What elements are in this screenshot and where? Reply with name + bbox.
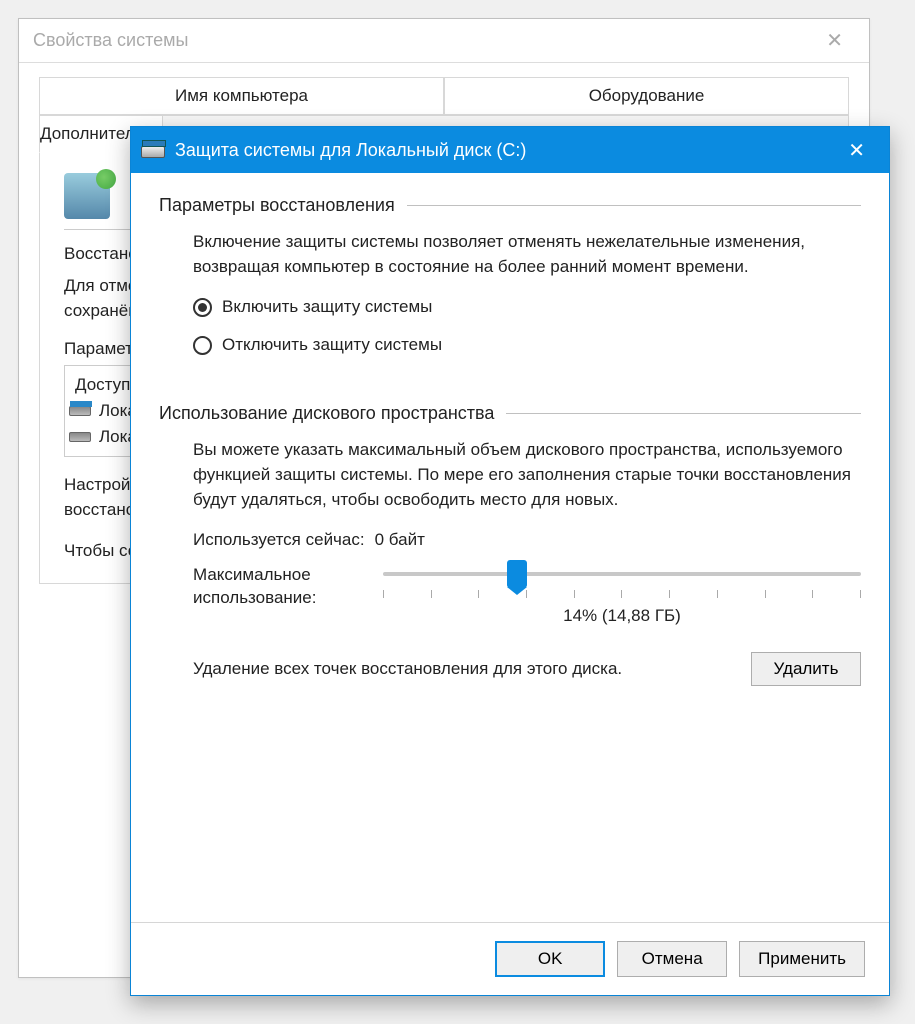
disk-icon xyxy=(69,432,91,442)
current-usage-label: Используется сейчас: xyxy=(193,530,365,550)
current-usage-value: 0 байт xyxy=(375,530,425,550)
apply-button[interactable]: Применить xyxy=(739,941,865,977)
tab-hardware[interactable]: Оборудование xyxy=(444,77,849,115)
section-title-text: Использование дискового пространства xyxy=(159,403,494,424)
max-usage-slider[interactable]: 14% (14,88 ГБ) xyxy=(383,564,861,626)
slider-value: 14% (14,88 ГБ) xyxy=(383,606,861,626)
parent-window-title: Свойства системы xyxy=(33,30,188,51)
radio-icon xyxy=(193,336,212,355)
disk-section-header: Использование дискового пространства xyxy=(159,403,861,424)
ok-button[interactable]: OK xyxy=(495,941,605,977)
restore-description: Включение защиты системы позволяет отмен… xyxy=(193,230,861,279)
delete-description: Удаление всех точек восстановления для э… xyxy=(193,657,731,681)
close-icon[interactable]: ✕ xyxy=(814,24,855,57)
dialog-title: Защита системы для Локальный диск (C:) xyxy=(175,140,824,161)
parent-titlebar: Свойства системы ✕ xyxy=(19,19,869,63)
close-icon[interactable]: ✕ xyxy=(834,134,879,167)
dialog-button-row: OK Отмена Применить xyxy=(131,922,889,995)
dialog-titlebar: Защита системы для Локальный диск (C:) ✕ xyxy=(131,127,889,173)
radio-label: Включить защиту системы xyxy=(222,297,432,317)
slider-thumb[interactable] xyxy=(507,560,527,588)
max-usage-label: Максимальное использование: xyxy=(193,564,363,610)
radio-label: Отключить защиту системы xyxy=(222,335,442,355)
section-title-text: Параметры восстановления xyxy=(159,195,395,216)
restore-icon xyxy=(64,173,110,219)
delete-button[interactable]: Удалить xyxy=(751,652,861,686)
tab-computer-name[interactable]: Имя компьютера xyxy=(39,77,444,115)
cancel-button[interactable]: Отмена xyxy=(617,941,727,977)
radio-enable-protection[interactable]: Включить защиту системы xyxy=(193,297,861,317)
dialog-body: Параметры восстановления Включение защит… xyxy=(131,173,889,922)
restore-section-header: Параметры восстановления xyxy=(159,195,861,216)
system-protection-dialog: Защита системы для Локальный диск (C:) ✕… xyxy=(130,126,890,996)
hdd-icon xyxy=(141,146,165,158)
disk-description: Вы можете указать максимальный объем дис… xyxy=(193,438,861,512)
radio-disable-protection[interactable]: Отключить защиту системы xyxy=(193,335,861,355)
disk-icon xyxy=(69,406,91,416)
radio-icon xyxy=(193,298,212,317)
